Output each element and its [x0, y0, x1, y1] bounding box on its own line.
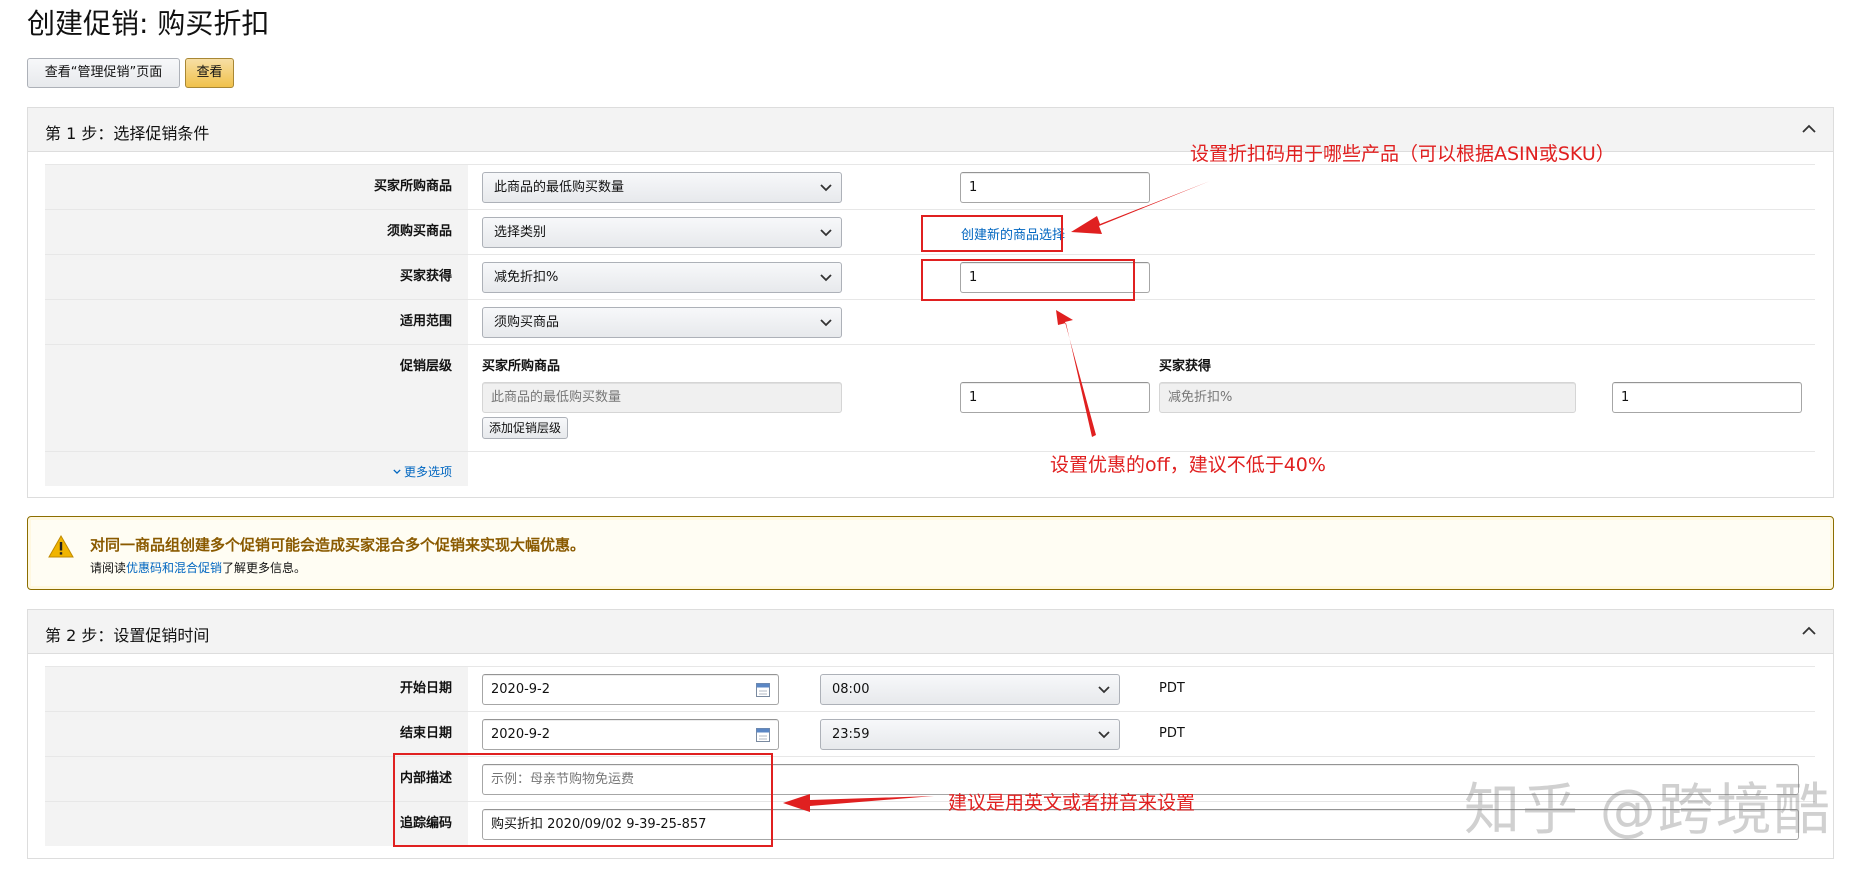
- step2-title: 第 2 步：设置促销时间: [45, 626, 210, 645]
- chevron-down-small-icon: [393, 469, 401, 475]
- warning-alert: 对同一商品组创建多个促销可能会造成买家混合多个促销来实现大幅优惠。 请阅读优惠码…: [27, 516, 1834, 590]
- start-date-label: 开始日期: [399, 681, 452, 696]
- buyer-purchases-select[interactable]: 此商品的最低购买数量: [482, 172, 842, 203]
- collapse-chevron-up-icon[interactable]: [1801, 625, 1817, 635]
- applies-to-label: 适用范围: [399, 314, 452, 329]
- chevron-down-icon: [820, 319, 832, 327]
- tier-qty-input[interactable]: 1: [960, 382, 1150, 413]
- tier-col1-header: 买家所购商品: [482, 359, 561, 374]
- end-date-row: 结束日期 2020-9-2 23:59 PDT: [45, 711, 1815, 756]
- coupon-mixed-promotion-link[interactable]: 优惠码和混合促销: [126, 561, 222, 575]
- start-timezone: PDT: [1159, 681, 1185, 696]
- more-options-link: 更多选项: [403, 465, 452, 479]
- start-date-input[interactable]: 2020-9-2: [482, 674, 779, 705]
- calendar-icon[interactable]: [756, 727, 770, 742]
- warning-pre-text: 请阅读: [90, 561, 127, 575]
- purchased-items-label: 须购买商品: [386, 224, 452, 239]
- warning-title: 对同一商品组创建多个促销可能会造成买家混合多个促销来实现大幅优惠。: [90, 536, 586, 554]
- end-time-select[interactable]: 23:59: [820, 719, 1120, 750]
- highlight-description-tracking: [393, 753, 773, 847]
- chevron-down-icon: [1098, 686, 1110, 694]
- tier-benefit-field: 减免折扣%: [1159, 382, 1576, 413]
- applies-to-select[interactable]: 须购买商品: [482, 307, 842, 338]
- start-date-row: 开始日期 2020-9-2 08:00 PDT: [45, 666, 1815, 711]
- buyer-purchases-label: 买家所购商品: [373, 179, 452, 194]
- highlight-create-selection: [921, 215, 1063, 252]
- collapse-chevron-up-icon[interactable]: [1801, 123, 1817, 133]
- tier-value-input[interactable]: 1: [1612, 382, 1802, 413]
- tier-col2-header: 买家获得: [1159, 359, 1212, 374]
- warning-post-text: 了解更多信息。: [222, 561, 307, 575]
- annotation-products-note: 设置折扣码用于哪些产品（可以根据ASIN或SKU）: [1190, 143, 1615, 165]
- add-promotion-tier-button[interactable]: 添加促销层级: [482, 417, 569, 439]
- applies-to-select-value: 须购买商品: [494, 315, 560, 330]
- end-date-input[interactable]: 2020-9-2: [482, 719, 779, 750]
- start-time-value: 08:00: [832, 682, 870, 697]
- page-title: 创建促销: 购买折扣: [27, 7, 270, 40]
- chevron-down-icon: [820, 229, 832, 237]
- highlight-discount-value: [921, 259, 1135, 301]
- purchased-items-select[interactable]: 选择类别: [482, 217, 842, 248]
- buyer-gets-select-value: 减免折扣%: [494, 270, 559, 285]
- applies-to-row: 适用范围 须购买商品: [45, 299, 1815, 344]
- buyer-purchases-select-value: 此商品的最低购买数量: [494, 180, 625, 195]
- buyer-purchases-qty-input[interactable]: 1: [960, 172, 1150, 203]
- end-timezone: PDT: [1159, 726, 1185, 741]
- view-button[interactable]: 查看: [185, 58, 234, 88]
- step1-title: 第 1 步：选择促销条件: [45, 124, 210, 143]
- end-date-value: 2020-9-2: [491, 727, 551, 742]
- purchased-items-select-value: 选择类别: [494, 225, 547, 240]
- annotation-off-note: 设置优惠的off，建议不低于40%: [1050, 454, 1326, 476]
- view-manage-promotions-button[interactable]: 查看“管理促销”页面: [27, 58, 180, 88]
- buyer-purchases-row: 买家所购商品 此商品的最低购买数量 1: [45, 164, 1815, 209]
- promotion-tiers-row: 促销层级 买家所购商品 买家获得 此商品的最低购买数量 1 减免折扣% 1 添加…: [45, 344, 1815, 451]
- end-time-value: 23:59: [832, 727, 870, 742]
- promotion-tiers-label: 促销层级: [399, 359, 452, 374]
- calendar-icon[interactable]: [756, 682, 770, 697]
- start-time-select[interactable]: 08:00: [820, 674, 1120, 705]
- step2-header[interactable]: 第 2 步：设置促销时间: [28, 610, 1833, 654]
- buyer-gets-select[interactable]: 减免折扣%: [482, 262, 842, 293]
- buyer-gets-label: 买家获得: [399, 269, 452, 284]
- chevron-down-icon: [1098, 731, 1110, 739]
- more-options-row: 更多选项: [45, 451, 1815, 486]
- warning-body: 请阅读优惠码和混合促销了解更多信息。: [90, 559, 306, 576]
- zhihu-watermark: 知乎 @跨境酷: [1464, 778, 1832, 843]
- end-date-label: 结束日期: [399, 726, 452, 741]
- more-options-toggle[interactable]: 更多选项: [393, 461, 452, 480]
- annotation-english-note: 建议是用英文或者拼音来设置: [948, 792, 1196, 814]
- chevron-down-icon: [820, 274, 832, 282]
- tier-condition-field: 此商品的最低购买数量: [482, 382, 842, 413]
- start-date-value: 2020-9-2: [491, 682, 551, 697]
- warning-icon: [48, 535, 74, 558]
- chevron-down-icon: [820, 184, 832, 192]
